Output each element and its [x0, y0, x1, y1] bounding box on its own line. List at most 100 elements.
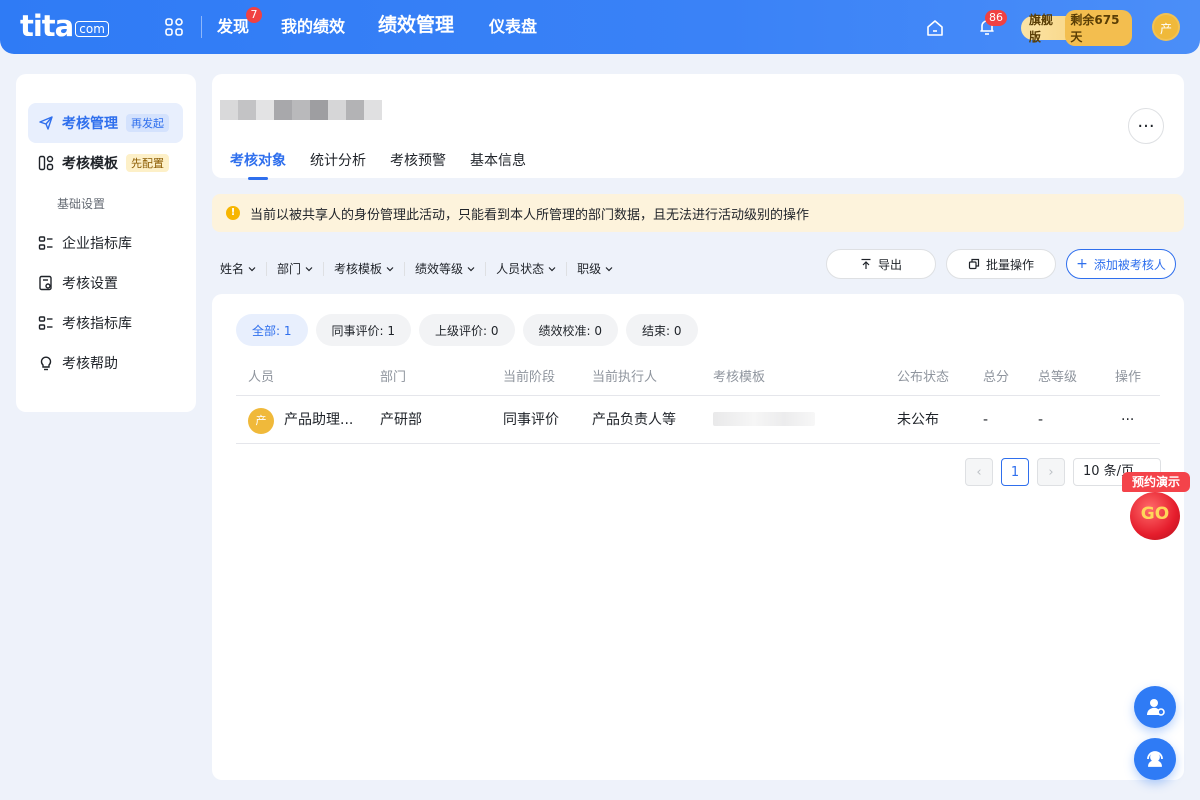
publish-status-cell: 未公布: [897, 412, 939, 428]
contact-float-button[interactable]: [1134, 686, 1176, 728]
nav-discover[interactable]: 发现 7: [217, 7, 262, 39]
tab-assessment-objects[interactable]: 考核对象: [230, 150, 286, 180]
chevron-down-icon: [386, 267, 394, 272]
list-icon: [38, 316, 53, 330]
list-icon: [38, 236, 53, 250]
logo-text: tita: [20, 9, 74, 43]
settings-doc-icon: [39, 275, 52, 291]
sidebar-item-assessment-indicators[interactable]: 考核指标库: [28, 303, 183, 343]
status-pills: 全部: 1 同事评价: 1 上级评价: 0 绩效校准: 0 结束: 0: [236, 314, 698, 346]
pagination: ‹ 1 › 10 条/页: [212, 458, 1184, 486]
filter-label: 绩效等级: [415, 262, 464, 276]
sidebar-item-assessment-help[interactable]: 考核帮助: [28, 343, 183, 383]
filter-level[interactable]: 职级: [577, 262, 623, 276]
sidebar-item-assessment-management[interactable]: 考核管理 再发起: [28, 103, 183, 143]
notice-text: 当前以被共享人的身份管理此活动，只能看到本人所管理的部门数据，且无法进行活动级别…: [250, 207, 810, 223]
chevron-right-icon: ›: [1048, 464, 1054, 480]
tab-basic-info[interactable]: 基本信息: [470, 150, 526, 170]
chevron-down-icon: [248, 267, 256, 272]
export-button[interactable]: 导出: [826, 249, 936, 279]
nav-performance-management[interactable]: 绩效管理: [378, 13, 454, 37]
sidebar-item-assessment-settings[interactable]: 考核设置: [28, 263, 183, 303]
column-header: 当前执行人: [592, 370, 658, 385]
total-score-cell: -: [983, 412, 989, 428]
sidebar-item-label: 考核指标库: [62, 316, 132, 332]
notification-button[interactable]: 86: [977, 10, 1007, 37]
page-tabs: 考核对象 统计分析 考核预警 基本信息: [230, 150, 526, 180]
next-page-button[interactable]: ›: [1037, 458, 1065, 486]
user-avatar[interactable]: 产: [1152, 13, 1180, 41]
prev-page-button[interactable]: ‹: [965, 458, 993, 486]
column-header: 部门: [380, 370, 407, 385]
column-header: 当前阶段: [503, 370, 556, 385]
sidebar-item-label: 考核帮助: [62, 356, 118, 372]
nav-discover-label: 发现: [217, 17, 250, 36]
filter-label: 职级: [577, 262, 602, 276]
customer-service-button[interactable]: [1134, 738, 1176, 780]
filter-label: 人员状态: [496, 262, 545, 276]
sidebar-item-enterprise-indicators[interactable]: 企业指标库: [28, 223, 183, 263]
logo-suffix: com: [75, 21, 109, 37]
add-assessee-button[interactable]: + 添加被考核人: [1066, 249, 1176, 279]
activity-header: ··· 考核对象 统计分析 考核预警 基本信息: [212, 74, 1184, 180]
redo-tag[interactable]: 再发起: [126, 114, 169, 132]
activity-title-redacted: [220, 100, 382, 120]
nav-dashboard[interactable]: 仪表盘: [489, 15, 537, 39]
column-header: 总等级: [1038, 370, 1078, 385]
chevron-down-icon: [548, 267, 556, 272]
more-options-button[interactable]: ···: [1128, 108, 1164, 144]
avatar: 产: [248, 408, 274, 434]
pill-ended[interactable]: 结束: 0: [626, 314, 698, 346]
add-label: 添加被考核人: [1093, 257, 1166, 272]
filter-grade[interactable]: 绩效等级: [415, 262, 487, 276]
chevron-down-icon: [605, 267, 613, 272]
pill-manager-review[interactable]: 上级评价: 0: [419, 314, 515, 346]
sidebar-group-title: 基础设置: [57, 197, 106, 211]
apps-grid-icon[interactable]: [164, 17, 184, 37]
tab-warning[interactable]: 考核预警: [390, 150, 446, 170]
template-cell-redacted: [713, 412, 815, 426]
home-icon[interactable]: [925, 18, 945, 38]
batch-operation-button[interactable]: 批量操作: [946, 249, 1056, 279]
table-row[interactable]: 产 产品助理... 产研部 同事评价 产品负责人等 未公布 - - ···: [236, 396, 1160, 444]
template-icon: [38, 155, 54, 171]
permission-notice: ! 当前以被共享人的身份管理此活动，只能看到本人所管理的部门数据，且无法进行活动…: [212, 194, 1184, 232]
nav-my-performance[interactable]: 我的绩效: [281, 15, 345, 39]
row-actions-button[interactable]: ···: [1121, 396, 1134, 444]
chevron-left-icon: ‹: [976, 464, 982, 480]
filter-bar: 姓名 部门 考核模板 绩效等级 人员状态 职级: [220, 262, 633, 276]
column-header: 总分: [983, 370, 1010, 385]
filter-status[interactable]: 人员状态: [496, 262, 568, 276]
sidebar-item-assessment-template[interactable]: 考核模板 先配置: [28, 143, 183, 183]
discover-badge: 7: [246, 7, 262, 23]
book-demo-float[interactable]: 预约演示 GO: [1120, 470, 1192, 544]
filter-template[interactable]: 考核模板: [334, 262, 406, 276]
filter-label: 考核模板: [334, 262, 383, 276]
warning-icon: !: [226, 206, 240, 220]
book-demo-label: 预约演示: [1122, 472, 1190, 492]
pill-all[interactable]: 全部: 1: [236, 314, 308, 346]
pill-peer-review[interactable]: 同事评价: 1: [315, 314, 411, 346]
tab-statistics[interactable]: 统计分析: [310, 150, 366, 170]
sidebar-item-label: 考核设置: [62, 276, 118, 292]
stage-cell: 同事评价: [503, 412, 559, 428]
column-header: 操作: [1115, 370, 1142, 385]
filter-name[interactable]: 姓名: [220, 262, 268, 276]
plan-badge[interactable]: 旗舰版 剩余675天: [1021, 10, 1132, 46]
configure-first-tag[interactable]: 先配置: [126, 154, 169, 172]
page-number-button[interactable]: 1: [1001, 458, 1029, 486]
filter-department[interactable]: 部门: [277, 262, 325, 276]
headset-icon: [1147, 751, 1163, 767]
tita-logo[interactable]: tita com: [20, 11, 109, 41]
department-cell: 产研部: [380, 412, 422, 428]
column-header: 考核模板: [713, 370, 766, 385]
filter-label: 姓名: [220, 262, 245, 276]
person-name[interactable]: 产品助理...: [284, 396, 353, 444]
go-button[interactable]: GO: [1130, 492, 1180, 540]
plan-label: 旗舰版: [1029, 13, 1054, 44]
sidebar-item-label: 企业指标库: [62, 236, 132, 252]
pill-calibration[interactable]: 绩效校准: 0: [522, 314, 618, 346]
copy-icon: [968, 258, 980, 270]
table-header: 人员 部门 当前阶段 当前执行人 考核模板 公布状态 总分 总等级 操作: [236, 360, 1160, 396]
top-bar: tita com 发现 7 我的绩效 绩效管理 仪表盘 86 旗舰版 剩余675…: [0, 0, 1200, 54]
